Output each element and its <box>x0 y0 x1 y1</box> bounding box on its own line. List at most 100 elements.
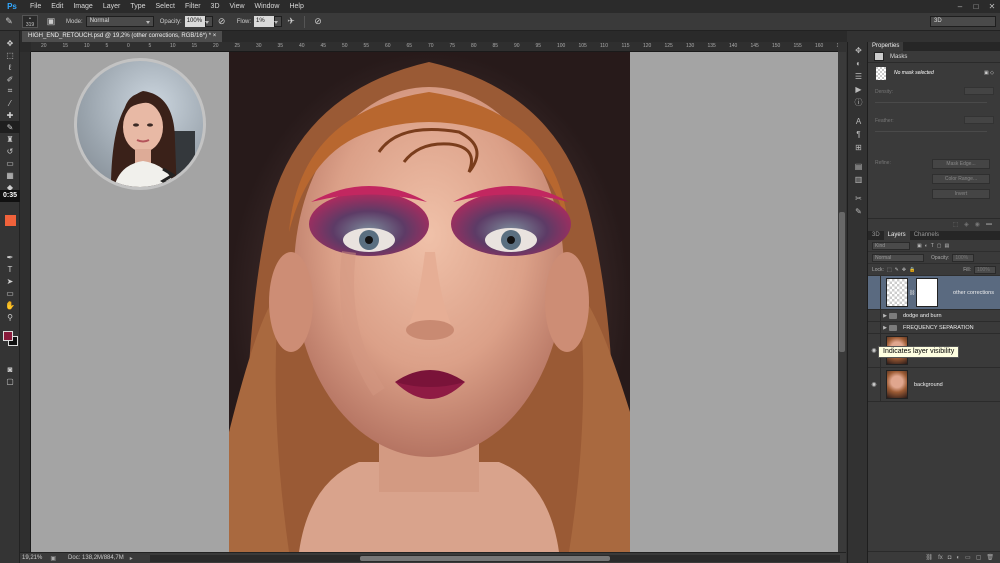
marquee-tool-icon[interactable]: ⬚ <box>0 49 20 61</box>
menu-window[interactable]: Window <box>250 0 285 13</box>
layer-frequency-separation[interactable]: ▶ FREQUENCY SEPARATION <box>868 322 1000 334</box>
flow-dropdown[interactable] <box>274 16 283 27</box>
adjustments-panel-icon[interactable]: ◐ <box>848 57 869 70</box>
quick-mask-icon[interactable]: ◙ <box>0 363 20 375</box>
healing-tool-icon[interactable]: ✚ <box>0 109 20 121</box>
chain-icon[interactable]: ⛓ <box>908 290 916 296</box>
menu-layer[interactable]: Layer <box>98 0 126 13</box>
expand-arrow-icon[interactable]: ▶ <box>881 313 889 319</box>
add-mask-icon[interactable]: ▣ ◇ <box>984 70 994 76</box>
mask-edge-button[interactable]: Mask Edge... <box>932 159 990 169</box>
toggle-mask-icon[interactable]: ◉ <box>975 221 980 228</box>
canvas[interactable] <box>31 52 838 552</box>
new-layer-icon[interactable]: ▢ <box>976 554 982 561</box>
menu-type[interactable]: Type <box>125 0 150 13</box>
glyphs-panel-icon[interactable]: ⊞ <box>848 141 869 154</box>
menu-edit[interactable]: Edit <box>46 0 68 13</box>
horizontal-scrollbar[interactable] <box>150 555 840 562</box>
flow-input[interactable]: 1% <box>254 16 275 27</box>
eye-icon[interactable]: ◉ <box>868 368 881 401</box>
density-slider[interactable] <box>875 102 987 103</box>
add-mask-icon[interactable]: ◘ <box>948 555 952 561</box>
mode-select[interactable]: Normal <box>85 16 154 27</box>
menu-file[interactable]: File <box>25 0 46 13</box>
brush-preset-picker[interactable]: • 319 <box>22 15 38 28</box>
tab-properties[interactable]: Properties <box>868 42 904 51</box>
eraser-tool-icon[interactable]: ▭ <box>0 157 20 169</box>
foreground-color[interactable] <box>3 331 13 341</box>
tab-layers[interactable]: Layers <box>883 231 910 240</box>
layer-background[interactable]: ◉ background <box>868 368 1000 402</box>
tab-3d[interactable]: 3D <box>868 231 884 240</box>
pressure-opacity-icon[interactable]: ⊘ <box>216 16 228 28</box>
zoom-level[interactable]: 19,21% <box>22 555 42 561</box>
layer-other-corrections[interactable]: ⛓ other corrections <box>868 276 1000 310</box>
horizontal-ruler[interactable]: 20 15 10 5 0 5 10 15 20 25 30 35 40 45 50 55 60 65 70 75 80 8… <box>31 42 838 52</box>
pen-tool-icon[interactable]: ✒ <box>0 251 20 263</box>
kind-filter-select[interactable]: Kind <box>872 241 910 250</box>
delete-mask-icon[interactable]: ▬ <box>986 221 992 227</box>
paragraph-panel-icon[interactable]: ¶ <box>848 128 869 141</box>
eyedropper-tool-icon[interactable]: ⁄ <box>0 97 20 109</box>
menu-select[interactable]: Select <box>151 0 180 13</box>
pressure-size-icon[interactable]: ⊘ <box>312 16 324 28</box>
zoom-tool-icon[interactable]: ⚲ <box>0 311 20 323</box>
layer-dodge-and-burn[interactable]: ▶ dodge and burn <box>868 310 1000 322</box>
info-panel-icon[interactable]: ⓘ <box>848 96 869 109</box>
close-button[interactable]: ✕ <box>984 0 1000 13</box>
opacity-dropdown[interactable] <box>204 16 213 27</box>
density-input[interactable] <box>964 87 994 95</box>
blend-mode-select[interactable]: Normal <box>872 253 924 262</box>
brush-panel-icon[interactable]: ▣ <box>45 16 57 28</box>
actions-panel-icon[interactable]: ▶ <box>848 83 869 96</box>
link-layers-icon[interactable]: ⛓ <box>925 554 933 561</box>
hand-tool-icon[interactable]: ✋ <box>0 299 20 311</box>
maximize-button[interactable]: □ <box>968 0 984 13</box>
tab-channels[interactable]: Channels <box>910 231 943 240</box>
layer-opacity-input[interactable]: 100% <box>952 253 975 262</box>
brush-presets-panel-icon[interactable]: ✎ <box>848 205 869 218</box>
screen-mode-icon[interactable]: ▢ <box>0 375 20 387</box>
filter-icons[interactable]: ▣◐T▢▤ <box>917 243 952 249</box>
horizontal-scroll-thumb[interactable] <box>360 556 610 561</box>
opacity-input[interactable]: 100% <box>184 16 205 27</box>
type-tool-icon[interactable]: T <box>0 263 20 275</box>
quick-select-tool-icon[interactable]: ✐ <box>0 73 20 85</box>
load-selection-icon[interactable]: ⬚ <box>952 221 958 228</box>
status-icon[interactable]: ▣ <box>50 555 56 562</box>
history-panel-icon[interactable]: ✥ <box>848 44 869 57</box>
document-tab[interactable]: HIGH_END_RETOUCH.psd @ 19,2% (other corr… <box>22 31 223 42</box>
fill-input[interactable]: 100% <box>974 265 996 274</box>
layer-style-icon[interactable]: fx <box>938 555 943 561</box>
apply-mask-icon[interactable]: ◈ <box>964 221 969 228</box>
vertical-scrollbar[interactable] <box>838 52 846 552</box>
airbrush-icon[interactable]: ✈ <box>285 16 297 28</box>
new-group-icon[interactable]: ▭ <box>965 554 971 561</box>
brush-tool-icon[interactable]: ✎ <box>3 16 15 28</box>
shape-tool-icon[interactable]: ▭ <box>0 287 20 299</box>
invert-button[interactable]: Invert <box>932 189 990 199</box>
layer-mask-thumbnail[interactable] <box>916 278 938 307</box>
sliders-panel-icon[interactable]: ☰ <box>848 70 869 83</box>
menu-view[interactable]: View <box>225 0 250 13</box>
tool-presets-panel-icon[interactable]: ✂ <box>848 192 869 205</box>
character-panel-icon[interactable]: A <box>848 115 869 128</box>
vertical-ruler[interactable] <box>20 52 31 552</box>
menu-image[interactable]: Image <box>68 0 97 13</box>
lasso-tool-icon[interactable]: ℓ <box>0 61 20 73</box>
color-range-button[interactable]: Color Range... <box>932 174 990 184</box>
path-select-tool-icon[interactable]: ➤ <box>0 275 20 287</box>
minimize-button[interactable]: – <box>952 0 968 13</box>
move-tool-icon[interactable]: ✥ <box>0 37 20 49</box>
close-tab-icon[interactable]: × <box>213 33 217 39</box>
crop-tool-icon[interactable]: ⌗ <box>0 85 20 97</box>
feather-slider[interactable] <box>875 131 987 132</box>
visibility-toggle[interactable] <box>868 276 881 309</box>
brush-tool-icon[interactable]: ✎ <box>0 121 20 133</box>
feather-input[interactable] <box>964 116 994 124</box>
lock-icons[interactable]: ⬚✎✥🔒 <box>887 267 918 273</box>
menu-3d[interactable]: 3D <box>206 0 225 13</box>
menu-filter[interactable]: Filter <box>180 0 206 13</box>
clone-stamp-tool-icon[interactable]: ♜ <box>0 133 20 145</box>
trash-icon[interactable]: 🗑 <box>986 554 994 561</box>
